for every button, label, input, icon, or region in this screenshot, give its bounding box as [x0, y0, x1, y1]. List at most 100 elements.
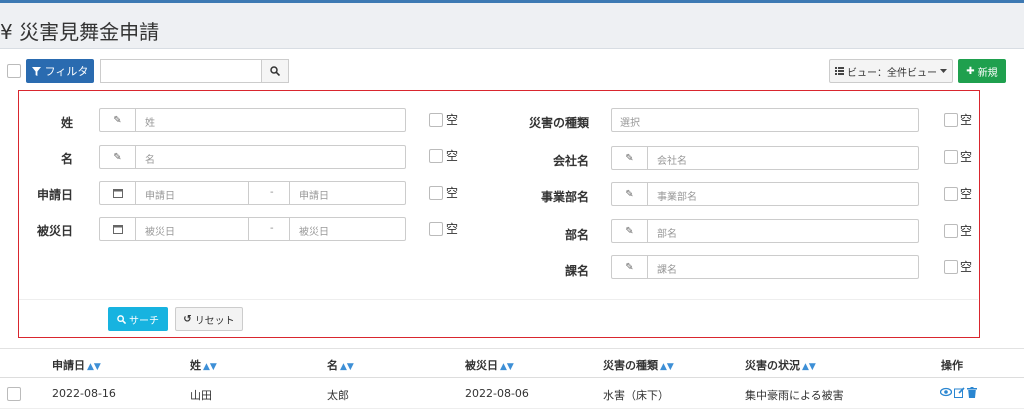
undo-icon: ↺ — [183, 313, 192, 325]
mei-label: 名 — [60, 152, 73, 166]
field-divider — [248, 182, 249, 204]
column-header-mei[interactable]: 名 ▲▼ — [327, 357, 354, 373]
calendar-icon — [100, 182, 136, 204]
magnifier-icon — [270, 66, 280, 76]
mei-field[interactable]: ✎ 名 — [99, 145, 406, 169]
cell-sei: 山田 — [190, 389, 212, 402]
section-field[interactable]: ✎ 課名 — [611, 255, 919, 279]
disaster-date-label: 被災日 — [36, 224, 73, 238]
edit-icon[interactable] — [954, 387, 965, 398]
disaster-date-range-field[interactable]: 被災日 - 被災日 — [99, 217, 406, 241]
disaster-type-empty-checkbox[interactable] — [944, 113, 958, 127]
company-empty-checkbox[interactable] — [944, 150, 958, 164]
new-button-label: 新規 — [977, 67, 998, 79]
section-label: 課名 — [564, 264, 589, 278]
field-divider — [248, 218, 249, 240]
filter-button[interactable]: フィルタ — [26, 59, 94, 83]
mei-empty-label: 空 — [446, 149, 459, 163]
division-field[interactable]: ✎ 事業部名 — [611, 182, 919, 206]
row-checkbox[interactable] — [7, 387, 21, 401]
eye-icon[interactable] — [940, 387, 952, 397]
department-empty-label: 空 — [960, 224, 973, 238]
sei-empty-label: 空 — [446, 113, 459, 127]
sort-icon: ▲▼ — [87, 362, 101, 372]
caret-down-icon — [940, 69, 947, 73]
page-header: ¥ 災害見舞金申請 — [0, 3, 1024, 49]
pencil-icon: ✎ — [612, 256, 648, 278]
division-placeholder: 事業部名 — [657, 192, 697, 203]
sort-icon: ▲▼ — [660, 362, 674, 372]
company-placeholder: 会社名 — [657, 156, 687, 167]
panel-divider — [19, 299, 978, 300]
disaster-date-empty-checkbox[interactable] — [429, 222, 443, 236]
plus-icon: ✚ — [966, 65, 975, 77]
yen-icon: ¥ — [0, 20, 13, 44]
mei-placeholder: 名 — [145, 155, 155, 166]
table-row: 2022-08-16 山田 太郎 2022-08-06 水害（床下） 集中豪雨に… — [0, 379, 1024, 409]
sei-empty-checkbox[interactable] — [429, 113, 443, 127]
disaster-date-separator: - — [270, 223, 274, 234]
apply-date-label: 申請日 — [36, 188, 73, 202]
reset-button-label: リセット — [194, 315, 235, 327]
apply-date-empty-checkbox[interactable] — [429, 186, 443, 200]
column-header-situation[interactable]: 災害の状況 ▲▼ — [745, 357, 816, 373]
apply-date-range-field[interactable]: 申請日 - 申請日 — [99, 181, 406, 205]
search-button[interactable]: サーチ — [108, 307, 168, 331]
view-selector-button[interactable]: ビュー：全件ビュー — [829, 59, 953, 83]
department-placeholder: 部名 — [657, 229, 677, 240]
disaster-type-select[interactable]: 選択 — [611, 108, 919, 132]
column-header-disaster-date[interactable]: 被災日 ▲▼ — [465, 357, 514, 373]
sei-label: 姓 — [60, 116, 73, 130]
column-header-label: 災害の状況 — [745, 359, 800, 372]
sei-field[interactable]: ✎ 姓 — [99, 108, 406, 132]
company-label: 会社名 — [552, 154, 589, 168]
pencil-icon: ✎ — [612, 220, 648, 242]
disaster-type-empty-label: 空 — [960, 113, 973, 127]
funnel-icon — [31, 66, 41, 76]
apply-date-from-placeholder: 申請日 — [145, 191, 175, 202]
filter-button-label: フィルタ — [44, 65, 89, 78]
column-header-label: 災害の種類 — [603, 359, 658, 372]
pencil-icon: ✎ — [612, 147, 648, 169]
toolbar-search-button[interactable] — [262, 59, 289, 83]
disaster-date-to-placeholder: 被災日 — [299, 227, 329, 238]
department-label: 部名 — [564, 228, 589, 242]
cell-situation: 集中豪雨による被害 — [745, 389, 844, 402]
department-empty-checkbox[interactable] — [944, 224, 958, 238]
section-empty-checkbox[interactable] — [944, 260, 958, 274]
sort-icon: ▲▼ — [500, 362, 514, 372]
select-all-checkbox[interactable] — [7, 64, 21, 78]
column-header-label: 被災日 — [465, 359, 498, 372]
company-field[interactable]: ✎ 会社名 — [611, 146, 919, 170]
department-field[interactable]: ✎ 部名 — [611, 219, 919, 243]
reset-button[interactable]: ↺ リセット — [175, 307, 243, 331]
column-header-label: 名 — [327, 359, 338, 372]
pencil-icon: ✎ — [100, 146, 136, 168]
page-title: ¥ 災害見舞金申請 — [0, 16, 159, 45]
column-header-sei[interactable]: 姓 ▲▼ — [190, 357, 217, 373]
section-placeholder: 課名 — [657, 265, 677, 276]
sort-icon: ▲▼ — [340, 362, 354, 372]
disaster-date-from-placeholder: 被災日 — [145, 227, 175, 238]
list-icon — [835, 67, 844, 75]
calendar-icon — [100, 218, 136, 240]
apply-date-separator: - — [270, 187, 274, 198]
mei-empty-checkbox[interactable] — [429, 149, 443, 163]
column-header-disaster-type[interactable]: 災害の種類 ▲▼ — [603, 357, 674, 373]
field-divider — [289, 182, 290, 204]
filter-panel: 姓 ✎ 姓 空 名 ✎ 名 空 申請日 申請日 - 申請日 空 被災日 被災日 … — [18, 90, 980, 338]
division-empty-checkbox[interactable] — [944, 187, 958, 201]
apply-date-empty-label: 空 — [446, 186, 459, 200]
division-label: 事業部名 — [540, 190, 589, 204]
sort-icon: ▲▼ — [203, 362, 217, 372]
cell-mei: 太郎 — [327, 389, 349, 402]
new-button[interactable]: ✚ 新規 — [958, 59, 1006, 83]
column-header-apply-date[interactable]: 申請日 ▲▼ — [52, 357, 101, 373]
column-header-label: 姓 — [190, 359, 201, 372]
trash-icon[interactable] — [967, 387, 977, 398]
apply-date-to-placeholder: 申請日 — [299, 191, 329, 202]
cell-disaster-type: 水害（床下） — [603, 389, 669, 402]
toolbar-search-input[interactable] — [100, 59, 262, 83]
disaster-date-empty-label: 空 — [446, 222, 459, 236]
sort-icon: ▲▼ — [802, 362, 816, 372]
